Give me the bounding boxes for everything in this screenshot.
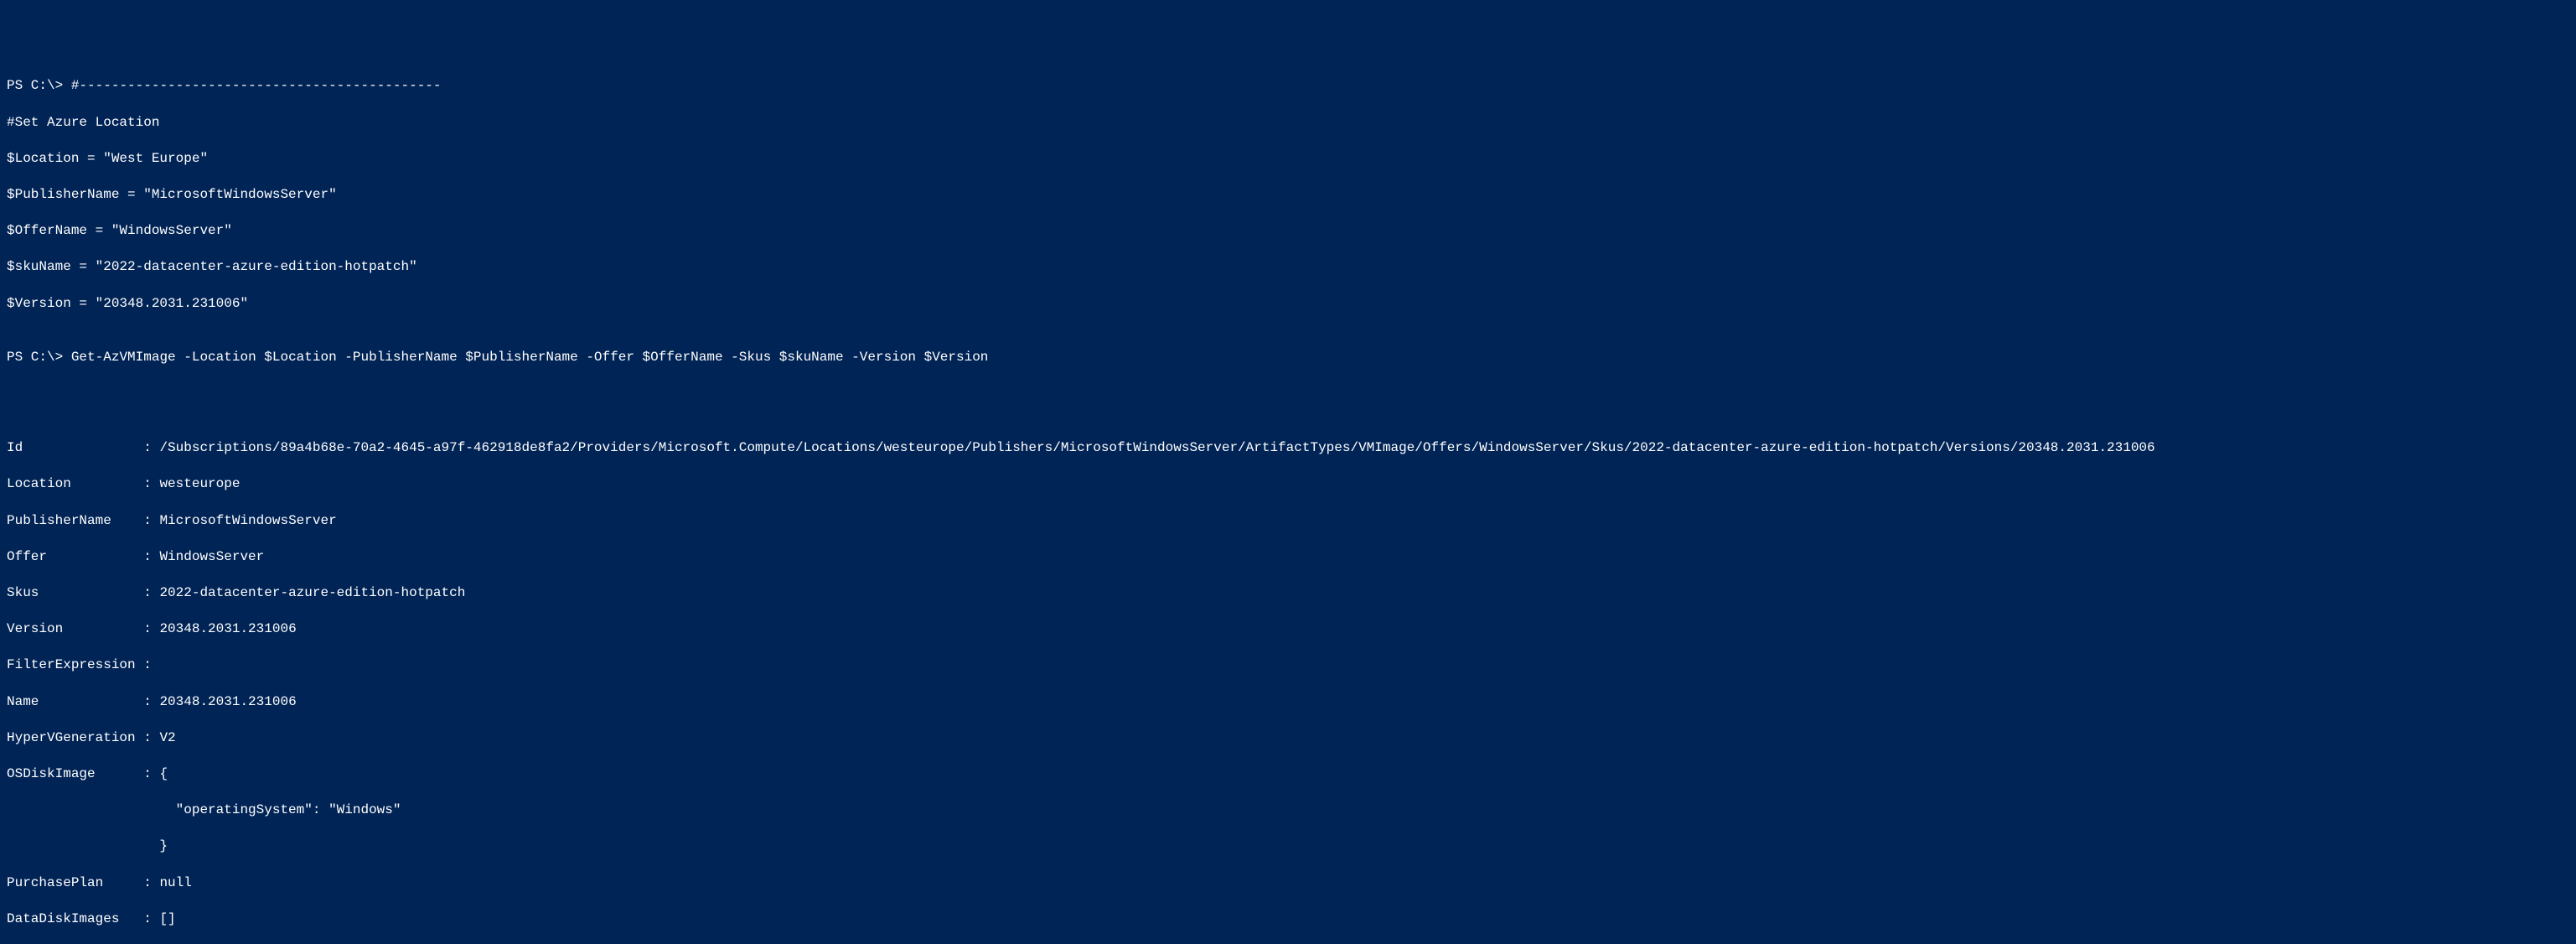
- output-value: WindowsServer: [159, 549, 264, 564]
- output-value: []: [159, 911, 175, 926]
- output-value: {: [159, 766, 168, 781]
- output-key: Name :: [7, 694, 159, 709]
- output-key: PublisherName :: [7, 513, 159, 528]
- output-key: FilterExpression :: [7, 657, 152, 672]
- output-value: 20348.2031.231006: [159, 694, 296, 709]
- output-skus: Skus : 2022-datacenter-azure-edition-hot…: [7, 584, 2569, 603]
- prompt-line-2[interactable]: PS C:\> Get-AzVMImage -Location $Locatio…: [7, 349, 2569, 367]
- dash-comment: #---------------------------------------…: [71, 78, 442, 93]
- output-key: Version :: [7, 621, 159, 636]
- output-filterexpression: FilterExpression :: [7, 656, 2569, 675]
- output-key: Skus :: [7, 585, 159, 600]
- output-key: PurchasePlan :: [7, 875, 159, 890]
- var-version: $Version = "20348.2031.231006": [7, 295, 2569, 314]
- output-key: HyperVGeneration :: [7, 730, 159, 745]
- prompt: PS C:\>: [7, 350, 63, 365]
- command-text: Get-AzVMImage -Location $Location -Publi…: [71, 350, 989, 365]
- output-datadiskimages: DataDiskImages : []: [7, 910, 2569, 929]
- output-key: Offer :: [7, 549, 159, 564]
- output-publisher: PublisherName : MicrosoftWindowsServer: [7, 512, 2569, 531]
- var-offer: $OfferName = "WindowsServer": [7, 222, 2569, 241]
- output-name: Name : 20348.2031.231006: [7, 693, 2569, 712]
- output-osdiskimage-body: "operatingSystem": "Windows": [7, 801, 2569, 820]
- output-value: westeurope: [159, 476, 240, 491]
- output-id: Id : /Subscriptions/89a4b68e-70a2-4645-a…: [7, 439, 2569, 458]
- output-osdiskimage-close: }: [7, 838, 2569, 856]
- output-version: Version : 20348.2031.231006: [7, 620, 2569, 639]
- output-hypervgeneration: HyperVGeneration : V2: [7, 729, 2569, 748]
- output-value: null: [159, 875, 191, 890]
- output-value: /Subscriptions/89a4b68e-70a2-4645-a97f-4…: [159, 440, 2154, 455]
- output-key: Id :: [7, 440, 159, 455]
- output-purchaseplan: PurchasePlan : null: [7, 874, 2569, 893]
- output-offer: Offer : WindowsServer: [7, 548, 2569, 567]
- output-value: 2022-datacenter-azure-edition-hotpatch: [159, 585, 465, 600]
- var-publisher: $PublisherName = "MicrosoftWindowsServer…: [7, 186, 2569, 205]
- output-key: Location :: [7, 476, 159, 491]
- output-key: DataDiskImages :: [7, 911, 159, 926]
- var-location: $Location = "West Europe": [7, 150, 2569, 169]
- output-location: Location : westeurope: [7, 475, 2569, 494]
- comment-set-location: #Set Azure Location: [7, 114, 2569, 132]
- prompt: PS C:\>: [7, 78, 63, 93]
- output-key: OSDiskImage :: [7, 766, 159, 781]
- output-osdiskimage-open: OSDiskImage : {: [7, 765, 2569, 784]
- prompt-line-1[interactable]: PS C:\> #-------------------------------…: [7, 77, 2569, 96]
- output-value: MicrosoftWindowsServer: [159, 513, 336, 528]
- output-value: V2: [159, 730, 175, 745]
- var-sku: $skuName = "2022-datacenter-azure-editio…: [7, 258, 2569, 277]
- output-value: 20348.2031.231006: [159, 621, 296, 636]
